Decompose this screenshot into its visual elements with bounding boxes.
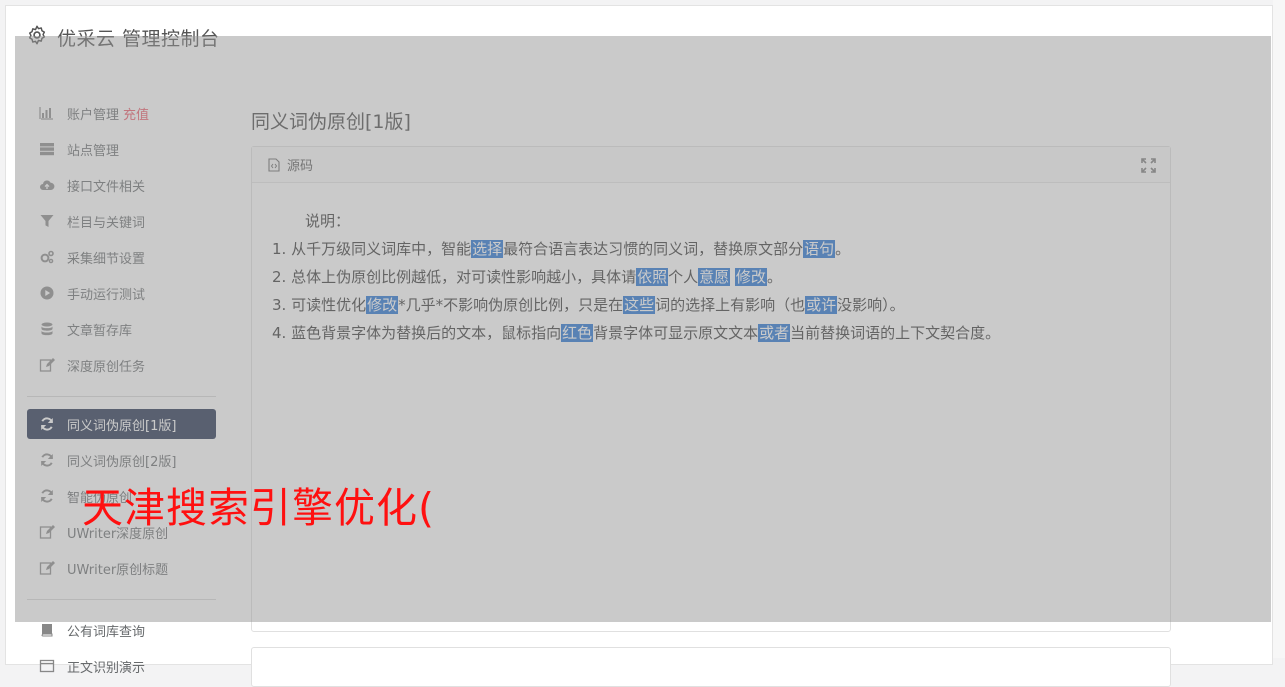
sidebar-item[interactable]: 正文识别演示: [27, 648, 216, 684]
dim-overlay: [15, 36, 1271, 622]
watermark-text: 天津搜索引擎优化(: [82, 484, 435, 532]
sidebar-item-label: 公有词库查询: [67, 624, 146, 640]
sidebar-item-label: 正文识别演示: [67, 660, 146, 676]
book-icon: [38, 622, 56, 638]
window-icon: [38, 658, 56, 674]
secondary-panel: [251, 647, 1171, 687]
scrollbar[interactable]: [1273, 0, 1285, 658]
